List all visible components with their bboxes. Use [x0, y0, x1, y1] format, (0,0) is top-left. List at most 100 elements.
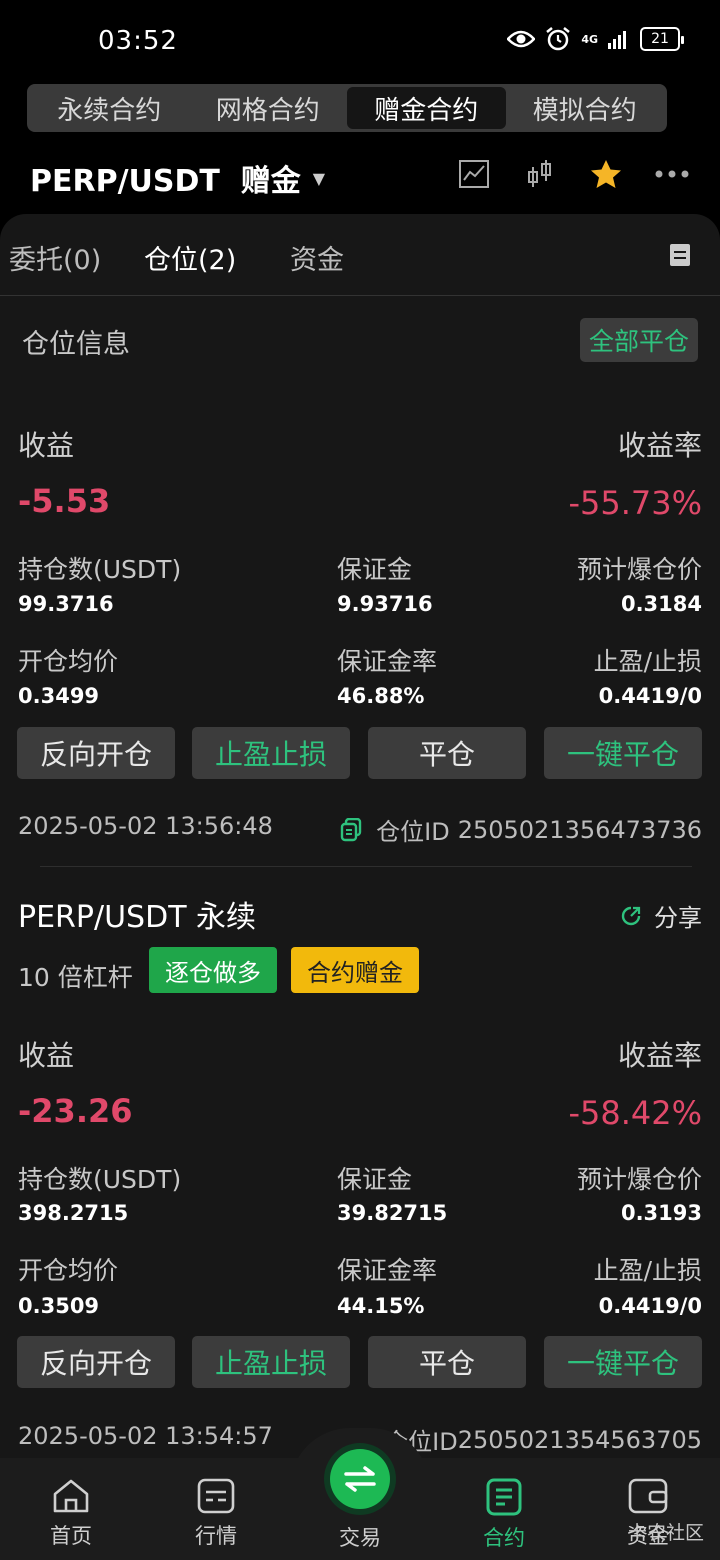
wallet-icon: [628, 1478, 668, 1514]
position-id: 2505021356473736: [457, 815, 702, 844]
nav-home-label: 首页: [50, 1524, 92, 1548]
status-bar: 03:52 4G 21: [0, 0, 720, 84]
close-position-button[interactable]: 平仓: [368, 1336, 526, 1388]
candlestick-icon[interactable]: [522, 156, 558, 192]
nav-home[interactable]: 首页: [21, 1478, 121, 1550]
isolated-long-tag: 逐仓做多: [149, 947, 277, 993]
size-label: 持仓数(USDT): [18, 555, 182, 584]
margin-rate-label: 保证金率: [337, 1256, 438, 1285]
margin-rate-value: 44.15%: [337, 1294, 425, 1318]
tpsl-button[interactable]: 止盈止损: [192, 1336, 350, 1388]
trade-button[interactable]: [330, 1449, 390, 1509]
share-icon: [621, 906, 641, 925]
leverage-label: 10 倍杠杆: [18, 963, 133, 992]
position-info-title: 仓位信息: [22, 329, 130, 360]
positions-panel: 委托(0) 仓位(2) 资金 仓位信息 全部平仓 收益 收益率 -5.53 -5…: [0, 214, 720, 1560]
pnl-rate-label: 收益率: [617, 1039, 702, 1072]
margin-label: 保证金: [337, 1165, 413, 1194]
tab-grid[interactable]: 网格合约: [189, 87, 348, 129]
close-position-button[interactable]: 平仓: [368, 727, 526, 779]
entry-price-value: 0.3499: [18, 684, 100, 708]
pnl-rate-value: -55.73%: [568, 484, 702, 522]
battery-icon: 21: [640, 27, 684, 51]
tab-funds[interactable]: 资金: [290, 238, 344, 277]
position-id-row[interactable]: 仓位ID 2505021354563705: [384, 1422, 702, 1457]
battery-level: 21: [651, 31, 669, 47]
tp-sl-label: 止盈/止损: [593, 647, 702, 676]
contract-bonus-tag: 合约赠金: [291, 947, 419, 993]
more-icon[interactable]: [654, 156, 690, 192]
tp-sl-value: 0.4419/0: [598, 684, 702, 708]
margin-rate-value: 46.88%: [337, 684, 425, 708]
margin-value: 9.93716: [337, 592, 433, 616]
entry-price-label: 开仓均价: [18, 1256, 119, 1285]
contract-mode-tabs: 永续合约 网格合约 赠金合约 模拟合约: [27, 84, 667, 132]
watermark-text: 卡农社区: [628, 1522, 705, 1544]
margin-rate-label: 保证金率: [337, 647, 438, 676]
pnl-value: -5.53: [18, 482, 111, 520]
entry-price-label: 开仓均价: [18, 647, 119, 676]
pnl-label: 收益: [18, 429, 75, 462]
nav-trade[interactable]: 交易: [310, 1522, 410, 1552]
share-label: 分享: [654, 904, 702, 932]
tab-positions[interactable]: 仓位(2): [144, 238, 236, 277]
position-time: 2025-05-02 13:56:48: [18, 812, 273, 840]
reverse-open-button[interactable]: 反向开仓: [17, 1336, 175, 1388]
pnl-label: 收益: [18, 1039, 75, 1072]
market-icon: [197, 1478, 235, 1514]
network-type: 4G: [581, 32, 598, 46]
nav-market[interactable]: 行情: [166, 1478, 266, 1550]
pair-header: PERP/USDT 赠金 ▼: [30, 150, 690, 204]
status-time: 03:52: [98, 26, 178, 56]
liq-price-value: 0.3193: [620, 1201, 702, 1225]
list-icon[interactable]: [670, 244, 690, 266]
signal-icon: [608, 31, 626, 49]
swap-icon: [344, 1466, 376, 1492]
share-button[interactable]: 分享: [620, 898, 702, 933]
size-label: 持仓数(USDT): [18, 1165, 182, 1194]
contract-icon: [486, 1478, 522, 1516]
position2-title: PERP/USDT 永续: [18, 900, 257, 935]
tp-sl-label: 止盈/止损: [593, 1256, 702, 1285]
pair-title: PERP/USDT 赠金: [30, 164, 301, 199]
position-id: 2505021354563705: [457, 1425, 702, 1454]
margin-label: 保证金: [337, 555, 413, 584]
close-all-button[interactable]: 全部平仓: [580, 318, 698, 362]
tab-orders[interactable]: 委托(0): [9, 238, 101, 277]
position-id-label: 仓位ID: [376, 818, 450, 846]
chart-icon[interactable]: [456, 156, 492, 192]
tp-sl-value: 0.4419/0: [598, 1294, 702, 1318]
header-actions: [456, 156, 690, 192]
nav-contract[interactable]: 合约: [454, 1478, 554, 1552]
tpsl-button[interactable]: 止盈止损: [192, 727, 350, 779]
home-icon: [53, 1479, 89, 1513]
liq-price-value: 0.3184: [620, 592, 702, 616]
position-id-row[interactable]: 仓位ID 2505021356473736: [340, 812, 702, 847]
favorite-star-icon[interactable]: [588, 156, 624, 192]
status-icons: 4G 21: [507, 26, 684, 52]
one-click-close-button[interactable]: 一键平仓: [544, 727, 702, 779]
liq-price-label: 预计爆仓价: [576, 555, 702, 584]
pnl-rate-label: 收益率: [617, 429, 702, 462]
tab-bonus[interactable]: 赠金合约: [347, 87, 506, 129]
nav-market-label: 行情: [195, 1524, 237, 1548]
tab-simulated[interactable]: 模拟合约: [506, 87, 665, 129]
divider: [40, 866, 692, 867]
caret-down-icon: ▼: [312, 168, 326, 188]
copy-icon[interactable]: [340, 817, 362, 842]
reverse-open-button[interactable]: 反向开仓: [17, 727, 175, 779]
pair-selector[interactable]: PERP/USDT 赠金 ▼: [30, 156, 325, 200]
tab-perpetual[interactable]: 永续合约: [30, 87, 189, 129]
entry-price-value: 0.3509: [18, 1294, 100, 1318]
alarm-icon: [546, 27, 571, 51]
eye-icon: [507, 30, 536, 48]
position-time: 2025-05-02 13:54:57: [18, 1422, 273, 1450]
margin-value: 39.82715: [337, 1201, 448, 1225]
nav-contract-label: 合约: [483, 1526, 525, 1550]
sub-tabs: 委托(0) 仓位(2) 资金: [0, 214, 720, 296]
size-value: 99.3716: [18, 592, 114, 616]
one-click-close-button[interactable]: 一键平仓: [544, 1336, 702, 1388]
nav-trade-label: 交易: [339, 1526, 381, 1550]
pnl-rate-value: -58.42%: [568, 1094, 702, 1132]
pnl-value: -23.26: [18, 1092, 133, 1130]
